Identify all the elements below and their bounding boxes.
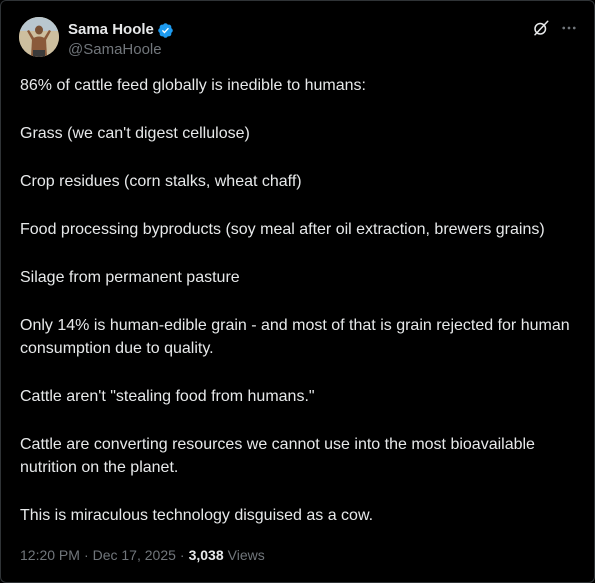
post-paragraph: Grass (we can't digest cellulose) bbox=[20, 125, 250, 142]
avatar[interactable] bbox=[19, 17, 59, 57]
post-time[interactable]: 12:20 PM bbox=[20, 545, 80, 565]
name-row: Sama Hoole bbox=[68, 20, 174, 40]
meta-separator: · bbox=[83, 547, 89, 563]
views-count[interactable]: 3,038 bbox=[189, 545, 224, 565]
post-header: Sama Hoole @SamaHoole bbox=[19, 17, 578, 61]
avatar-image bbox=[19, 17, 59, 57]
post-paragraph: Cattle aren't "stealing food from humans… bbox=[20, 388, 315, 405]
post-paragraph: Cattle are converting resources we canno… bbox=[20, 436, 535, 476]
author-handle[interactable]: @SamaHoole bbox=[68, 40, 174, 60]
grok-icon[interactable] bbox=[532, 19, 550, 37]
post-text: 86% of cattle feed globally is inedible … bbox=[20, 74, 580, 527]
more-icon[interactable] bbox=[560, 19, 578, 37]
post-paragraph: Food processing byproducts (soy meal aft… bbox=[20, 221, 545, 238]
verified-badge-icon bbox=[157, 22, 174, 39]
post-paragraph: Crop residues (corn stalks, wheat chaff) bbox=[20, 173, 302, 190]
author-display-name[interactable]: Sama Hoole bbox=[68, 20, 154, 40]
post-paragraph: Silage from permanent pasture bbox=[20, 269, 240, 286]
post-paragraph: Only 14% is human-edible grain - and mos… bbox=[20, 317, 570, 357]
post-date[interactable]: Dec 17, 2025 bbox=[93, 545, 176, 565]
views-label: Views bbox=[227, 547, 265, 563]
post-card: Sama Hoole @SamaHoole 86% of cattle feed… bbox=[0, 0, 595, 583]
post-meta: 12:20 PM · Dec 17, 2025 · 3,038 Views bbox=[20, 545, 265, 565]
author-info: Sama Hoole @SamaHoole bbox=[68, 17, 174, 60]
post-paragraph: 86% of cattle feed globally is inedible … bbox=[20, 77, 366, 94]
header-actions bbox=[532, 19, 578, 37]
meta-separator: · bbox=[179, 547, 185, 563]
post-paragraph: This is miraculous technology disguised … bbox=[20, 507, 374, 524]
